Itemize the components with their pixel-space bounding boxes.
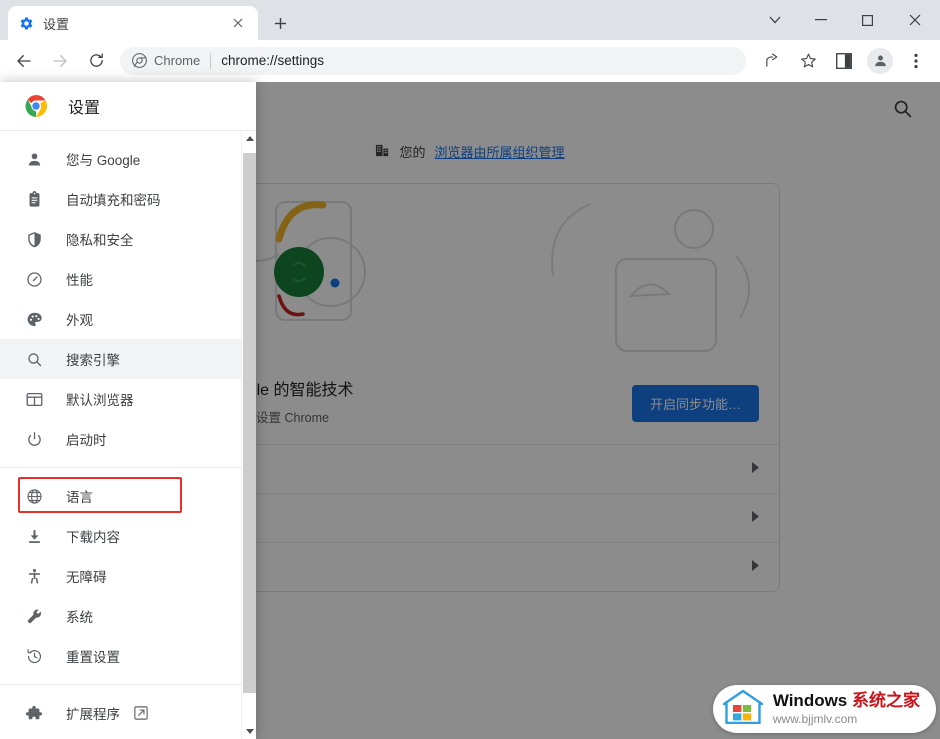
drawer-body: 您与 Google 自动填充和密码 bbox=[0, 131, 256, 739]
new-tab-button[interactable] bbox=[266, 9, 294, 37]
sidebar-item-appearance[interactable]: 外观 bbox=[0, 299, 256, 339]
watermark-brand: Windows 系统之家 bbox=[773, 691, 920, 710]
browser-window-icon bbox=[24, 389, 44, 409]
scrollbar-thumb[interactable] bbox=[243, 153, 256, 693]
reload-icon[interactable] bbox=[81, 46, 111, 76]
chrome-logo-icon bbox=[24, 94, 48, 118]
history-restore-icon bbox=[24, 646, 44, 666]
sidebar-item-performance[interactable]: 性能 bbox=[0, 259, 256, 299]
browser-window: 设置 bbox=[0, 0, 940, 739]
window-controls bbox=[752, 0, 940, 40]
watermark: Windows 系统之家 www.bjjmlv.com bbox=[713, 685, 936, 733]
browser-toolbar: Chrome chrome://settings bbox=[0, 40, 940, 82]
drawer-scrollbar[interactable] bbox=[241, 131, 256, 739]
sidebar-item-label: 隐私和安全 bbox=[66, 229, 134, 249]
drawer-title: 设置 bbox=[68, 94, 100, 118]
download-icon bbox=[24, 526, 44, 546]
sidebar-item-default-browser[interactable]: 默认浏览器 bbox=[0, 379, 256, 419]
sidebar-item-label: 外观 bbox=[66, 309, 93, 329]
omnibox-chip: Chrome bbox=[132, 53, 200, 68]
windows-house-logo-icon bbox=[723, 690, 763, 729]
sidebar-item-label: 您与 Google bbox=[66, 149, 140, 169]
menu-divider bbox=[0, 467, 256, 468]
watermark-brand-cn: 系统之家 bbox=[852, 691, 920, 710]
omnibox-url: chrome://settings bbox=[221, 53, 324, 68]
person-icon bbox=[24, 149, 44, 169]
profile-avatar-icon[interactable] bbox=[867, 48, 893, 74]
sidebar-item-label: 扩展程序 bbox=[66, 703, 120, 723]
speedometer-icon bbox=[24, 269, 44, 289]
menu-divider bbox=[0, 684, 256, 685]
sidebar-item-label: 系统 bbox=[66, 606, 93, 626]
share-icon[interactable] bbox=[757, 46, 787, 76]
globe-icon bbox=[24, 486, 44, 506]
star-icon[interactable] bbox=[793, 46, 823, 76]
forward-arrow-icon[interactable] bbox=[45, 46, 75, 76]
omnibox-chip-label: Chrome bbox=[154, 53, 200, 68]
watermark-brand-en: Windows bbox=[773, 691, 852, 710]
gear-icon bbox=[18, 15, 34, 31]
search-icon bbox=[24, 349, 44, 369]
wrench-icon bbox=[24, 606, 44, 626]
tab-title: 设置 bbox=[43, 14, 228, 33]
sidebar-item-label: 默认浏览器 bbox=[66, 389, 134, 409]
browser-tab[interactable]: 设置 bbox=[8, 6, 258, 40]
side-panel-icon[interactable] bbox=[829, 46, 859, 76]
sidebar-item-system[interactable]: 系统 bbox=[0, 596, 256, 636]
sidebar-item-label: 自动填充和密码 bbox=[66, 189, 161, 209]
puzzle-piece-icon bbox=[24, 703, 44, 723]
sidebar-item-label: 语言 bbox=[66, 486, 93, 506]
settings-drawer: 设置 您与 Google 自动填充和密码 bbox=[0, 82, 256, 739]
close-icon[interactable] bbox=[890, 3, 940, 37]
watermark-url: www.bjjmlv.com bbox=[773, 713, 920, 726]
tab-close-icon[interactable] bbox=[228, 13, 248, 33]
tab-strip: 设置 bbox=[0, 0, 940, 40]
sidebar-item-label: 无障碍 bbox=[66, 566, 107, 586]
chrome-icon bbox=[132, 53, 147, 68]
clipboard-icon bbox=[24, 189, 44, 209]
three-dot-menu-icon[interactable] bbox=[901, 46, 931, 76]
sidebar-item-you-and-google[interactable]: 您与 Google bbox=[0, 139, 256, 179]
sidebar-item-languages[interactable]: 语言 bbox=[0, 476, 256, 516]
omnibox-separator bbox=[210, 53, 211, 69]
sidebar-item-autofill-passwords[interactable]: 自动填充和密码 bbox=[0, 179, 256, 219]
sidebar-item-privacy-security[interactable]: 隐私和安全 bbox=[0, 219, 256, 259]
sidebar-item-label: 性能 bbox=[66, 269, 93, 289]
sidebar-item-label: 重置设置 bbox=[66, 646, 120, 666]
accessibility-icon bbox=[24, 566, 44, 586]
sidebar-item-accessibility[interactable]: 无障碍 bbox=[0, 556, 256, 596]
external-link-icon[interactable] bbox=[134, 706, 148, 720]
address-bar[interactable]: Chrome chrome://settings bbox=[120, 47, 746, 75]
sidebar-item-label: 搜索引擎 bbox=[66, 349, 120, 369]
sidebar-item-on-startup[interactable]: 启动时 bbox=[0, 419, 256, 459]
minimize-icon[interactable] bbox=[798, 3, 844, 37]
maximize-icon[interactable] bbox=[844, 3, 890, 37]
tab-search-icon[interactable] bbox=[752, 3, 798, 37]
sidebar-item-search-engine[interactable]: 搜索引擎 bbox=[0, 339, 256, 379]
back-arrow-icon[interactable] bbox=[9, 46, 39, 76]
sidebar-item-reset-settings[interactable]: 重置设置 bbox=[0, 636, 256, 676]
palette-icon bbox=[24, 309, 44, 329]
drawer-header: 设置 bbox=[0, 82, 256, 131]
sidebar-item-extensions[interactable]: 扩展程序 bbox=[0, 693, 256, 733]
scroll-down-arrow-icon[interactable] bbox=[242, 724, 256, 739]
shield-icon bbox=[24, 229, 44, 249]
sidebar-item-label: 下载内容 bbox=[66, 526, 120, 546]
sidebar-item-label: 启动时 bbox=[66, 429, 107, 449]
scroll-up-arrow-icon[interactable] bbox=[242, 131, 256, 146]
watermark-text: Windows 系统之家 www.bjjmlv.com bbox=[773, 692, 920, 725]
sidebar-item-downloads[interactable]: 下载内容 bbox=[0, 516, 256, 556]
power-icon bbox=[24, 429, 44, 449]
drawer-menu: 您与 Google 自动填充和密码 bbox=[0, 131, 256, 733]
